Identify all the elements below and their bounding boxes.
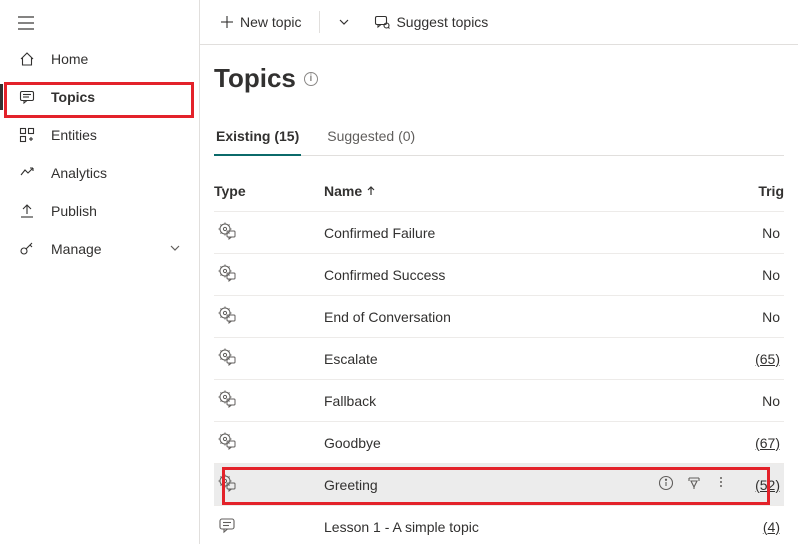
row-name: Confirmed Success	[324, 267, 624, 283]
row-trigger[interactable]: (67)	[734, 435, 784, 451]
sidebar-item-home[interactable]: Home	[0, 40, 199, 78]
new-topic-dropdown[interactable]	[332, 12, 356, 32]
page-title-text: Topics	[214, 63, 296, 94]
sidebar-item-topics[interactable]: Topics	[0, 78, 199, 116]
hamburger-icon	[18, 16, 34, 30]
sidebar-item-manage[interactable]: Manage	[0, 230, 199, 268]
sidebar-item-analytics[interactable]: Analytics	[0, 154, 199, 192]
row-type-icon	[214, 348, 324, 369]
publish-icon	[18, 202, 36, 220]
sidebar-item-label: Publish	[51, 203, 97, 219]
analytics-icon	[18, 164, 36, 182]
tabs: Existing (15) Suggested (0)	[214, 120, 784, 156]
entities-icon	[18, 126, 36, 144]
sidebar-item-publish[interactable]: Publish	[0, 192, 199, 230]
row-type-icon	[214, 390, 324, 411]
row-name: Goodbye	[324, 435, 624, 451]
table-row[interactable]: Escalate (65)	[214, 338, 784, 380]
main-content: New topic Suggest topics Topics	[200, 0, 798, 544]
col-type[interactable]: Type	[214, 183, 324, 199]
page-title: Topics i	[214, 63, 784, 94]
chevron-down-icon	[338, 16, 350, 28]
table-row[interactable]: Confirmed Success No	[214, 254, 784, 296]
home-icon	[18, 50, 36, 68]
row-name: Escalate	[324, 351, 624, 367]
plus-icon	[220, 15, 234, 29]
row-actions	[624, 475, 734, 494]
new-topic-button[interactable]: New topic	[214, 10, 307, 34]
row-trigger[interactable]: (4)	[734, 519, 784, 535]
row-type-icon	[214, 474, 324, 495]
row-type-icon	[214, 264, 324, 285]
table-row[interactable]: Confirmed Failure No	[214, 212, 784, 254]
row-trigger: No	[734, 309, 784, 325]
toolbar: New topic Suggest topics	[200, 0, 798, 45]
toolbar-separator	[319, 11, 320, 33]
table-header: Type Name Trig	[214, 170, 784, 212]
sidebar: Home Topics	[0, 0, 200, 544]
table-row[interactable]: Greeting (52)	[214, 464, 784, 506]
chevron-down-icon	[169, 241, 181, 257]
suggest-icon	[374, 14, 390, 30]
more-icon[interactable]	[714, 475, 728, 494]
row-name: Greeting	[324, 477, 624, 493]
row-name: Fallback	[324, 393, 624, 409]
suggest-topics-label: Suggest topics	[396, 14, 488, 30]
tab-existing[interactable]: Existing (15)	[214, 120, 301, 156]
sidebar-item-entities[interactable]: Entities	[0, 116, 199, 154]
topics-icon	[18, 88, 36, 106]
row-trigger: No	[734, 225, 784, 241]
row-name: End of Conversation	[324, 309, 624, 325]
topics-table: Type Name Trig Confirmed Failure No	[214, 170, 784, 544]
col-trigger[interactable]: Trig	[734, 183, 784, 199]
hamburger-menu[interactable]	[0, 4, 199, 40]
suggest-topics-button[interactable]: Suggest topics	[368, 10, 494, 34]
row-type-icon	[214, 516, 324, 537]
table-row[interactable]: Fallback No	[214, 380, 784, 422]
row-trigger[interactable]: (65)	[734, 351, 784, 367]
sidebar-item-label: Manage	[51, 241, 102, 257]
row-trigger: No	[734, 393, 784, 409]
row-trigger: No	[734, 267, 784, 283]
tab-suggested[interactable]: Suggested (0)	[325, 120, 417, 155]
manage-icon	[18, 240, 36, 258]
col-name[interactable]: Name	[324, 183, 624, 199]
row-type-icon	[214, 306, 324, 327]
info-icon[interactable]: i	[304, 72, 318, 86]
sidebar-item-label: Topics	[51, 89, 95, 105]
trace-icon[interactable]	[686, 475, 702, 494]
row-trigger[interactable]: (52)	[734, 477, 784, 493]
details-icon[interactable]	[658, 475, 674, 494]
table-row[interactable]: End of Conversation No	[214, 296, 784, 338]
row-type-icon	[214, 432, 324, 453]
new-topic-label: New topic	[240, 14, 301, 30]
row-name: Confirmed Failure	[324, 225, 624, 241]
table-row[interactable]: Goodbye (67)	[214, 422, 784, 464]
row-name: Lesson 1 - A simple topic	[324, 519, 624, 535]
sort-asc-icon	[366, 186, 376, 196]
table-row[interactable]: Lesson 1 - A simple topic (4)	[214, 506, 784, 544]
sidebar-item-label: Entities	[51, 127, 97, 143]
sidebar-item-label: Analytics	[51, 165, 107, 181]
sidebar-item-label: Home	[51, 51, 88, 67]
row-type-icon	[214, 222, 324, 243]
